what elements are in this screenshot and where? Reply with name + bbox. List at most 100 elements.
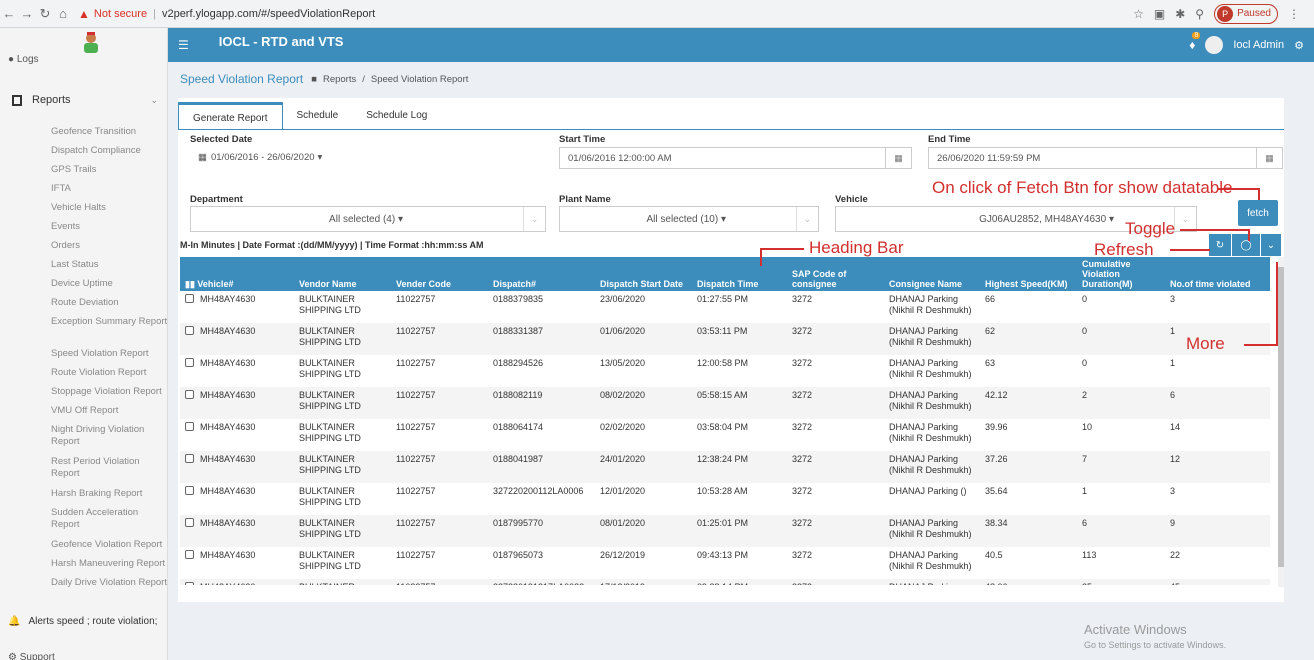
column-header[interactable]: Dispatch# xyxy=(488,257,595,291)
table-cell: 25 xyxy=(1077,579,1165,585)
chevron-down-icon: ⌄ xyxy=(150,94,158,105)
table-cell: 3272 xyxy=(792,422,813,432)
sidebar-subitem[interactable]: Geofence Violation Report xyxy=(51,539,167,558)
plant-name-select[interactable]: All selected (10) ▾ ⌄ xyxy=(559,206,819,232)
row-checkbox[interactable] xyxy=(185,358,194,367)
row-checkbox[interactable] xyxy=(185,582,194,585)
scrollbar-thumb[interactable] xyxy=(1278,267,1284,567)
start-time-label: Start Time xyxy=(559,134,606,145)
sidebar-subitem[interactable]: Route Deviation xyxy=(51,297,167,316)
forward-icon[interactable]: → xyxy=(18,6,36,21)
row-checkbox[interactable] xyxy=(185,550,194,559)
puzzle-icon[interactable]: ✱ xyxy=(1175,7,1185,21)
sidebar-item-alerts[interactable]: 🔔 Alerts speed ; route violation; xyxy=(8,616,157,627)
hamburger-icon[interactable]: ☰ xyxy=(178,38,189,52)
tab-schedule-log[interactable]: Schedule Log xyxy=(352,102,441,130)
start-time-input[interactable]: 01/06/2016 12:00:00 AM ▦ xyxy=(559,147,912,169)
sidebar-subitem[interactable]: Geofence Transition xyxy=(51,126,167,145)
column-header[interactable]: Highest Speed(KM) xyxy=(980,257,1077,291)
column-header[interactable]: SAP Code of consignee xyxy=(787,257,884,291)
address-bar[interactable]: ▲ Not secure | v2perf.ylogapp.com/#/spee… xyxy=(78,7,375,21)
row-checkbox[interactable] xyxy=(185,422,194,431)
url-text[interactable]: v2perf.ylogapp.com/#/speedViolationRepor… xyxy=(162,8,375,20)
sidebar-subitem[interactable]: IFTA xyxy=(51,183,167,202)
table-row[interactable]: MH48AY4630BULKTAINER SHIPPING LTD1102275… xyxy=(180,323,1270,355)
table-row[interactable]: MH48AY4630BULKTAINER SHIPPING LTD1102275… xyxy=(180,387,1270,419)
sidebar-subitem[interactable]: Rest Period Violation Report xyxy=(51,456,167,488)
sidebar-subitem-active[interactable]: Speed Violation Report xyxy=(51,348,167,367)
user-name[interactable]: Iocl Admin xyxy=(1233,39,1284,51)
column-header[interactable]: Vendor Name xyxy=(294,257,391,291)
star-icon[interactable]: ☆ xyxy=(1133,7,1144,21)
sidebar-subitem[interactable]: Last Status xyxy=(51,259,167,278)
refresh-button[interactable]: ↻ xyxy=(1209,234,1231,256)
column-header[interactable]: Dispatch Time xyxy=(692,257,787,291)
gear-icon[interactable]: ⚙ xyxy=(1294,39,1304,52)
column-header[interactable]: Dispatch Start Date xyxy=(595,257,692,291)
row-checkbox[interactable] xyxy=(185,326,194,335)
toggle-button[interactable]: ◯ xyxy=(1232,234,1260,256)
row-checkbox[interactable] xyxy=(185,390,194,399)
sidebar-subitem[interactable]: Orders xyxy=(51,240,167,259)
sidebar-subitem[interactable]: Events xyxy=(51,221,167,240)
sidebar-item-logs[interactable]: ● Logs xyxy=(8,54,39,65)
end-time-input[interactable]: 26/06/2020 11:59:59 PM ▦ xyxy=(928,147,1283,169)
sidebar-subitem[interactable]: Daily Drive Violation Report xyxy=(51,577,167,609)
extension-icon[interactable]: ▣ xyxy=(1154,7,1165,21)
table-row[interactable]: MH48AY4630BULKTAINER SHIPPING LTD1102275… xyxy=(180,483,1270,515)
back-icon[interactable]: ← xyxy=(0,6,18,21)
row-checkbox[interactable] xyxy=(185,454,194,463)
breadcrumb: Speed Violation Report ■ Reports / Speed… xyxy=(180,72,469,86)
sidebar-subitem[interactable]: Stoppage Violation Report xyxy=(51,386,167,405)
menu-dots-icon[interactable]: ⋮ xyxy=(1288,7,1300,21)
profile-button[interactable]: P Paused xyxy=(1214,3,1278,24)
department-select[interactable]: All selected (4) ▾ ⌄ xyxy=(190,206,546,232)
annotation-fetch-note: On click of Fetch Btn for show datatable xyxy=(932,178,1233,197)
breadcrumb-reports[interactable]: Reports xyxy=(323,74,356,85)
row-checkbox[interactable] xyxy=(185,294,194,303)
home-icon[interactable]: ⌂ xyxy=(54,6,72,21)
column-header[interactable]: No.of time violated xyxy=(1165,257,1270,291)
column-header-vehicle[interactable]: ▮▮ Vehicle# xyxy=(180,257,294,291)
vertical-scrollbar[interactable] xyxy=(1278,257,1284,587)
tab-generate-report[interactable]: Generate Report xyxy=(178,102,283,130)
fetch-button[interactable]: fetch xyxy=(1238,200,1278,226)
column-header[interactable]: Cumulative Violation Duration(M) xyxy=(1077,257,1165,291)
row-checkbox[interactable] xyxy=(185,486,194,495)
sidebar-subitem[interactable]: Harsh Maneuvering Report xyxy=(51,558,167,577)
table-row[interactable]: MH48AY4630BULKTAINER SHIPPING LTD1102275… xyxy=(180,451,1270,483)
sidebar-item-reports[interactable]: Reports ⌄ xyxy=(8,94,158,106)
sidebar-subitem[interactable]: Sudden Acceleration Report xyxy=(51,507,167,539)
table-row[interactable]: MH48AY4630BULKTAINER SHIPPING LTD1102275… xyxy=(180,579,1270,585)
sidebar-subitem[interactable]: Device Uptime xyxy=(51,278,167,297)
key-icon[interactable]: ⚲ xyxy=(1195,7,1204,21)
reports-icon xyxy=(12,94,22,106)
table-row[interactable]: MH48AY4630BULKTAINER SHIPPING LTD1102275… xyxy=(180,547,1270,579)
sidebar-subitem[interactable]: GPS Trails xyxy=(51,164,167,183)
sidebar-subitem[interactable]: Exception Summary Report xyxy=(51,316,167,348)
sidebar-subitem[interactable]: Night Driving Violation Report xyxy=(51,424,167,456)
table-cell: MH48AY4630 xyxy=(180,419,294,451)
calendar-icon[interactable]: ▦ xyxy=(1256,148,1282,168)
table-cell: 11022757 xyxy=(391,515,488,547)
table-row[interactable]: MH48AY4630BULKTAINER SHIPPING LTD1102275… xyxy=(180,515,1270,547)
sidebar-subitem[interactable]: VMU Off Report xyxy=(51,405,167,424)
column-header[interactable]: Consignee Name xyxy=(884,257,980,291)
sidebar-subitem[interactable]: Route Violation Report xyxy=(51,367,167,386)
table-row[interactable]: MH48AY4630BULKTAINER SHIPPING LTD1102275… xyxy=(180,419,1270,451)
reload-icon[interactable]: ↻ xyxy=(36,6,54,22)
tab-schedule[interactable]: Schedule xyxy=(283,102,353,130)
table-row[interactable]: MH48AY4630BULKTAINER SHIPPING LTD1102275… xyxy=(180,291,1270,323)
sidebar-subitem[interactable]: Dispatch Compliance xyxy=(51,145,167,164)
avatar[interactable] xyxy=(1205,36,1224,54)
calendar-icon[interactable]: ▦ xyxy=(885,148,911,168)
row-checkbox[interactable] xyxy=(185,518,194,527)
sidebar-subitem[interactable]: Harsh Braking Report xyxy=(51,488,167,507)
sidebar-item-support[interactable]: ⚙ Support xyxy=(8,652,55,660)
sidebar-subitem[interactable]: Vehicle Halts xyxy=(51,202,167,221)
table-row[interactable]: MH48AY4630BULKTAINER SHIPPING LTD1102275… xyxy=(180,355,1270,387)
more-button[interactable]: ⌄ xyxy=(1261,234,1281,256)
date-range-picker[interactable]: ▦ 01/06/2016 - 26/06/2020 ▾ xyxy=(190,146,370,168)
column-header[interactable]: Vender Code xyxy=(391,257,488,291)
notifications-button[interactable]: ♦ 8 xyxy=(1189,32,1201,52)
